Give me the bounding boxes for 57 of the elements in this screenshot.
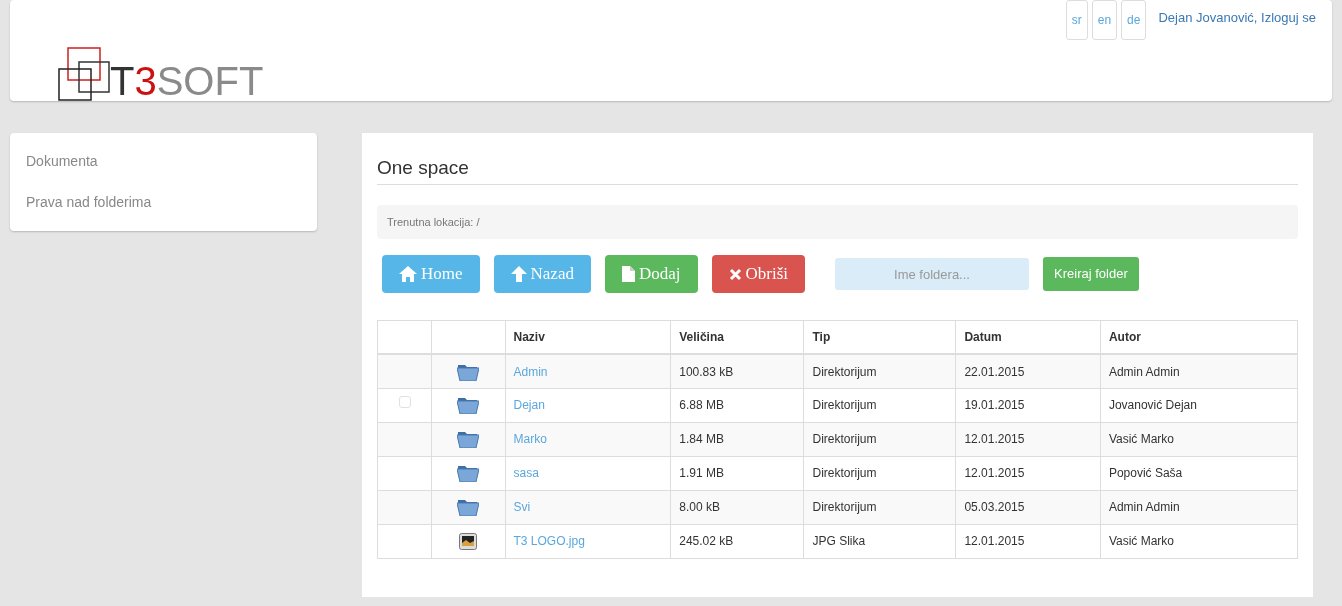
table-cell: Direktorijum [803,388,956,423]
table-cell: Admin Admin [1100,490,1298,525]
delete-button[interactable]: Obriši [711,255,805,293]
close-icon [728,267,742,281]
table-cell: JPG Slika [803,524,956,559]
folder-icon [457,397,480,415]
table-cell: Direktorijum [803,490,956,525]
folder-icon [457,465,480,483]
image-file-icon [459,533,478,551]
home-button[interactable]: Home [382,255,480,293]
table-cell: 6.88 MB [670,388,804,423]
folder-link[interactable]: Marko [513,432,547,447]
page-title: One space [377,157,1298,185]
table-cell: 12.01.2015 [955,422,1101,457]
folder-name-field[interactable]: Ime foldera... [835,258,1029,291]
file-button[interactable]: Dodaj [604,255,698,293]
language-link[interactable]: en [1091,0,1118,40]
sidebar-item[interactable]: Dokumenta [10,141,317,182]
table-cell: Popović Saša [1100,456,1298,491]
table-cell: Vasić Marko [1100,422,1298,457]
up-button[interactable]: Nazad [493,255,591,293]
table-cell: 12.01.2015 [955,456,1101,491]
folder-icon [457,363,480,381]
arrow-up-icon [510,266,527,283]
language-link[interactable]: de [1121,0,1147,40]
language-link[interactable]: sr [1065,0,1088,40]
table-cell: 8.00 kB [670,490,804,525]
create-folder-button[interactable]: Kreiraj folder [1043,257,1139,291]
user-link[interactable]: Dejan Jovanović, Izloguj se [1158,8,1316,28]
location-bar: Trenutna lokacija: / [377,204,1298,240]
row-checkbox[interactable] [398,396,411,409]
file-link[interactable]: T3 LOGO.jpg [513,534,585,549]
table-cell: Direktorijum [803,456,956,491]
table-cell: Direktorijum [803,422,956,457]
folder-icon [457,499,480,517]
table-cell: 22.01.2015 [955,354,1101,389]
table-cell: 05.03.2015 [955,490,1101,525]
folder-link[interactable]: sasa [513,466,539,481]
table-cell: 245.02 kB [670,524,804,559]
table-cell: 1.91 MB [670,456,804,491]
folder-link[interactable]: Dejan [513,398,545,413]
folder-link[interactable]: Svi [513,500,531,515]
folder-icon [457,431,480,449]
table-cell: 1.84 MB [670,422,804,457]
table-cell: 12.01.2015 [955,524,1101,559]
table-cell: Direktorijum [803,354,956,389]
table-cell: Vasić Marko [1100,524,1298,559]
folder-link[interactable]: Admin [513,364,548,379]
home-icon [399,266,417,283]
table-cell: 19.01.2015 [955,388,1101,423]
logo-text: T3SOFT [110,61,264,101]
table-cell: Admin Admin [1100,354,1298,389]
file-icon [621,266,635,283]
table-cell: 100.83 kB [670,354,804,389]
sidebar-item[interactable]: Prava nad folderima [10,182,317,223]
squares-logo-icon [58,47,110,101]
table-cell: Jovanović Dejan [1100,388,1298,423]
